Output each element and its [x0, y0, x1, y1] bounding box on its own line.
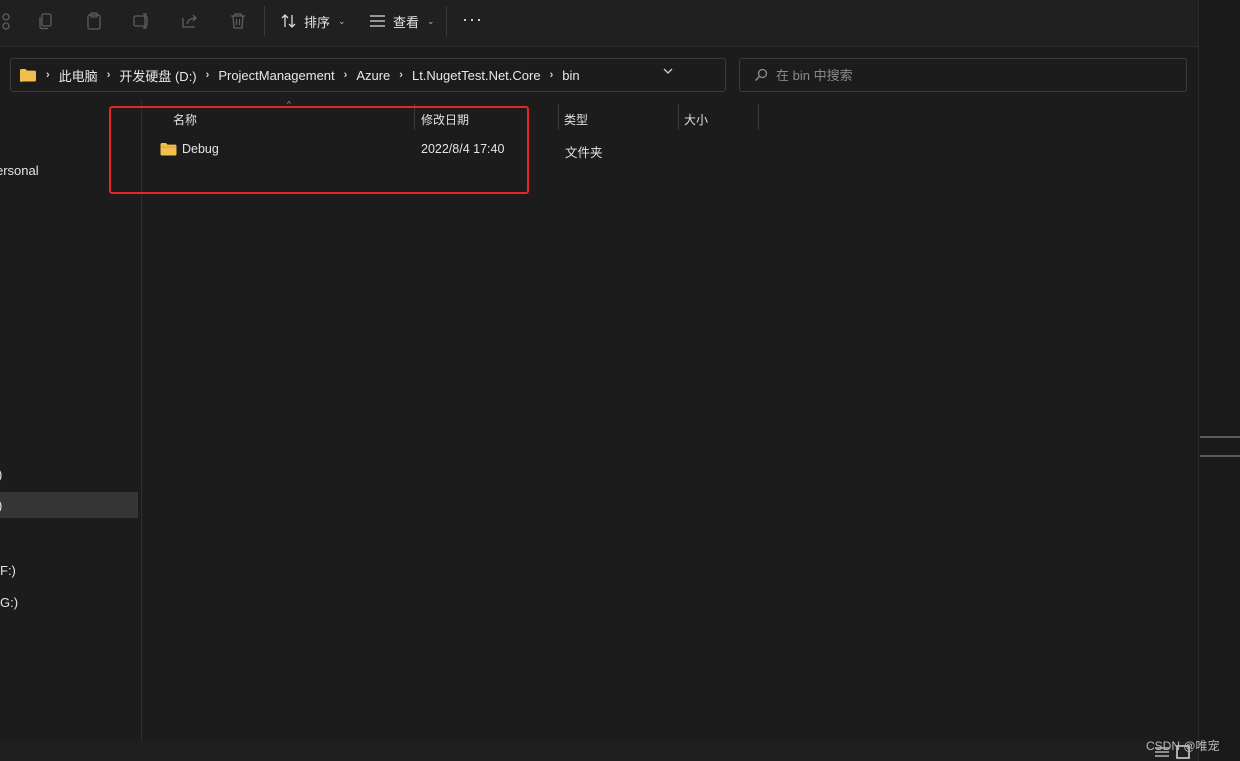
- highlight-annotation: [109, 106, 529, 194]
- folder-icon: [19, 69, 36, 82]
- nav-item-label: ): [0, 467, 2, 482]
- chevron-right-icon: ›: [343, 69, 348, 81]
- nav-item-label: ersonal: [0, 162, 39, 178]
- scrollbar-grip-line[interactable]: [1200, 436, 1240, 438]
- sort-label: 排序: [304, 14, 331, 30]
- breadcrumb-project[interactable]: Lt.NugetTest.Net.Core: [412, 68, 541, 83]
- address-bar[interactable]: › 此电脑 › 开发硬盘 (D:) › ProjectManagement › …: [10, 58, 726, 92]
- chevron-right-icon: ›: [106, 69, 111, 81]
- view-label: 查看: [393, 14, 420, 30]
- nav-item-drive-g[interactable]: G:): [0, 589, 138, 615]
- cut-icon[interactable]: [0, 10, 14, 32]
- view-list-icon: [370, 15, 385, 27]
- column-divider[interactable]: [758, 104, 759, 130]
- search-box[interactable]: [739, 58, 1187, 92]
- delete-icon[interactable]: [227, 10, 249, 32]
- toolbar-divider: [446, 6, 447, 36]
- column-divider[interactable]: [678, 104, 679, 130]
- nav-item-drive[interactable]: ): [0, 461, 138, 487]
- chevron-down-icon: ⌄: [427, 15, 435, 26]
- navigation-pane: ersonal ) ) F:) G:): [0, 100, 142, 742]
- rename-icon[interactable]: [131, 10, 153, 32]
- file-list: ^ 名称 修改日期 类型 大小 Debug 2022/8/4 17:40 文件夹: [142, 100, 1198, 742]
- file-type: 文件夹: [565, 146, 603, 160]
- breadcrumb-drive-d[interactable]: 开发硬盘 (D:): [119, 66, 196, 85]
- chevron-down-icon: ⌄: [338, 15, 346, 26]
- chevron-right-icon: ›: [549, 69, 554, 81]
- watermark-text: CSDN @唯宠: [1146, 739, 1220, 753]
- column-header-type[interactable]: 类型: [564, 108, 588, 130]
- search-input[interactable]: [774, 66, 1158, 84]
- breadcrumb-bin[interactable]: bin: [562, 68, 579, 83]
- breadcrumb-this-pc[interactable]: 此电脑: [59, 66, 98, 85]
- scrollbar-grip-line[interactable]: [1200, 455, 1240, 457]
- nav-item-label: ): [0, 498, 2, 513]
- paste-icon[interactable]: [83, 10, 105, 32]
- chevron-down-icon: [663, 68, 673, 74]
- chevron-right-icon: ›: [46, 69, 50, 81]
- breadcrumb: › 此电脑 › 开发硬盘 (D:) › ProjectManagement › …: [19, 59, 580, 91]
- copy-icon[interactable]: [35, 10, 57, 32]
- column-label: 类型: [564, 112, 589, 127]
- chevron-right-icon: ›: [205, 69, 210, 81]
- column-divider[interactable]: [558, 104, 559, 130]
- breadcrumb-projectmanagement[interactable]: ProjectManagement: [218, 68, 334, 83]
- breadcrumb-azure[interactable]: Azure: [356, 68, 390, 83]
- chevron-right-icon: ›: [399, 69, 403, 81]
- file-type-cell: 文件夹: [565, 142, 603, 161]
- toolbar-divider: [264, 6, 265, 36]
- nav-item-label: G:): [0, 594, 19, 610]
- nav-item-label: F:): [0, 562, 16, 578]
- view-button[interactable]: 查看 ⌄: [369, 9, 435, 33]
- column-header-size[interactable]: 大小: [684, 108, 708, 130]
- right-scroll-area[interactable]: [1198, 0, 1240, 761]
- column-label: 大小: [684, 112, 709, 127]
- sort-button[interactable]: 排序 ⌄: [280, 9, 346, 33]
- address-history-dropdown[interactable]: [663, 67, 673, 78]
- more-options-button[interactable]: ···: [462, 10, 483, 28]
- nav-item-drive-d-selected[interactable]: ): [0, 492, 138, 518]
- sort-icon: [281, 14, 296, 28]
- share-icon[interactable]: [179, 10, 201, 32]
- status-bar: [0, 742, 1198, 761]
- command-bar: 排序 ⌄ 查看 ⌄ ···: [0, 0, 1198, 47]
- nav-item-drive-f[interactable]: F:): [0, 557, 138, 583]
- search-icon: [755, 68, 768, 81]
